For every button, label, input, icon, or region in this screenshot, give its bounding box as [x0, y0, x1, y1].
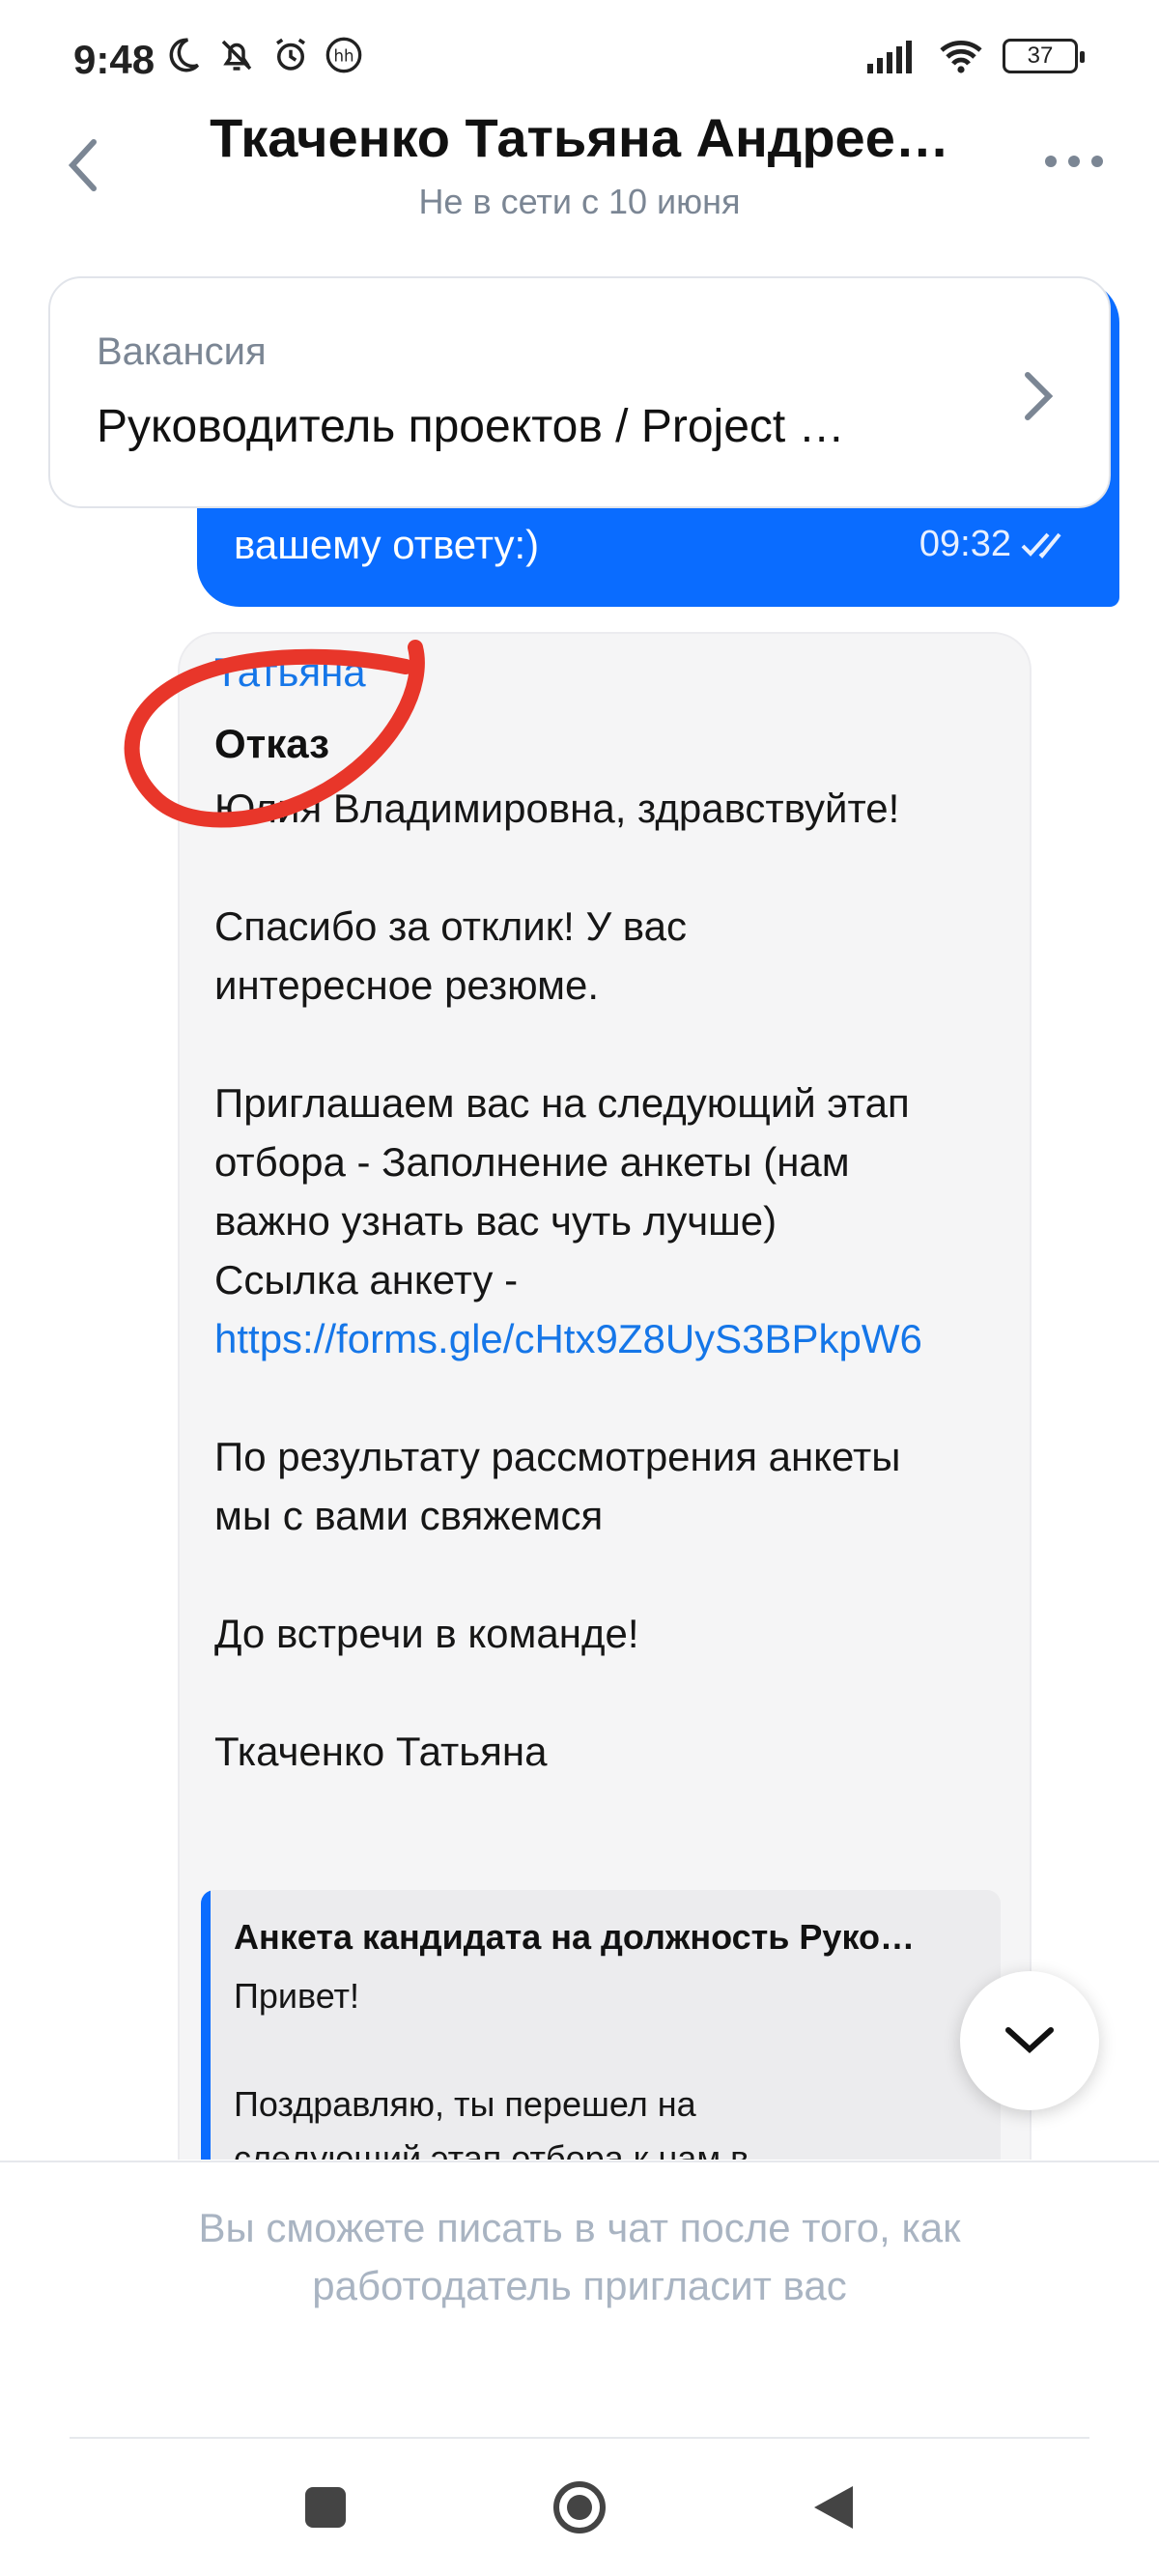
status-time: 9:48 [73, 37, 155, 82]
system-nav-bar [0, 2441, 1159, 2576]
attachment-line: Привет! [234, 1976, 360, 2016]
quote-accent-bar [201, 1890, 211, 2160]
dot-icon [1091, 156, 1103, 167]
message-line: отбора - Заполнение анкеты (нам [214, 1139, 850, 1185]
message-line: По результату рассмотрения анкеты [214, 1434, 901, 1479]
chat-messages[interactable]: вашему ответу:) 09:32 Татьяна Отказ Юлия… [0, 280, 1159, 2160]
square-icon [305, 2487, 346, 2528]
outgoing-message-text: вашему ответу:) [234, 522, 540, 567]
chevron-down-icon [1005, 2027, 1054, 2054]
message-line: До встречи в команде! [214, 1611, 639, 1656]
chevron-left-icon [68, 139, 97, 191]
battery-indicator: 37 [1003, 39, 1085, 73]
attachment-preview[interactable]: Анкета кандидата на должность Руко… Прив… [201, 1890, 1001, 2160]
attachment-body: Привет! Поздравляю, ты перешел на следую… [234, 1969, 977, 2160]
outgoing-message-time: 09:32 [919, 524, 1011, 564]
dot-icon [1045, 156, 1057, 167]
form-link[interactable]: https://forms.gle/cHtx9Z8UyS3BPkpW6 [214, 1309, 997, 1368]
chat-header: Ткаченко Татьяна Андрее… Не в сети с 10 … [0, 97, 1159, 232]
message-line: мы с вами свяжемся [214, 1493, 604, 1538]
more-options-button[interactable] [1045, 147, 1103, 176]
triangle-back-icon [814, 2486, 853, 2529]
message-line: Приглашаем вас на следующий этап [214, 1080, 910, 1126]
attachment-line: Поздравляю, ты перешел на [234, 2084, 696, 2124]
message-line: Ссылка анкету - [214, 1257, 519, 1302]
back-button[interactable] [56, 131, 110, 199]
message-title: Отказ [214, 721, 330, 766]
dot-icon [1068, 156, 1080, 167]
message-line: интересное резюме. [214, 962, 600, 1008]
bell-off-icon [221, 40, 252, 71]
scroll-down-button[interactable] [960, 1971, 1099, 2110]
message-greeting: Юлия Владимировна, здравствуйте! [214, 786, 900, 831]
incoming-message: Татьяна Отказ Юлия Владимировна, здравст… [178, 632, 1032, 2160]
svg-text:hh: hh [333, 47, 353, 66]
signal-icon [867, 41, 912, 73]
double-check-icon [1021, 532, 1061, 558]
attachment-title: Анкета кандидата на должность Руко… [234, 1917, 915, 1957]
attachment-line: следующий этап отбора к нам в [234, 2138, 749, 2160]
divider [70, 2437, 1089, 2439]
message-body: Юлия Владимировна, здравствуйте! Спасибо… [214, 779, 997, 1840]
message-sender[interactable]: Татьяна [214, 649, 366, 696]
status-icons-left: hh [162, 35, 363, 75]
input-disabled-area: Вы сможете писать в чат после того, как … [0, 2161, 1159, 2443]
vacancy-label: Вакансия [97, 330, 267, 373]
circle-icon [553, 2481, 606, 2533]
message-line: Спасибо за отклик! У вас [214, 903, 688, 949]
message-signature: Ткаченко Татьяна [214, 1729, 548, 1774]
status-icons-right: 37 [865, 37, 1085, 75]
battery-level: 37 [1027, 43, 1054, 69]
chevron-right-icon [1025, 372, 1053, 420]
wifi-icon [940, 40, 982, 73]
chat-title: Ткаченко Татьяна Андрее… [210, 107, 949, 168]
vacancy-card[interactable]: Вакансия Руководитель проектов / Project… [48, 276, 1111, 508]
message-line: важно узнать вас чуть лучше) [214, 1198, 777, 1244]
moon-icon [169, 38, 200, 72]
chat-status: Не в сети с 10 июня [418, 182, 741, 221]
back-nav-button[interactable] [790, 2464, 877, 2551]
chat-disabled-notice: Вы сможете писать в чат после того, как … [198, 2205, 961, 2308]
alarm-icon [276, 38, 305, 71]
hh-icon: hh [325, 37, 362, 73]
vacancy-title: Руководитель проектов / Project … [97, 401, 845, 452]
home-button[interactable] [536, 2464, 623, 2551]
recents-button[interactable] [282, 2464, 369, 2551]
outgoing-message-meta: 09:32 [919, 524, 1071, 565]
